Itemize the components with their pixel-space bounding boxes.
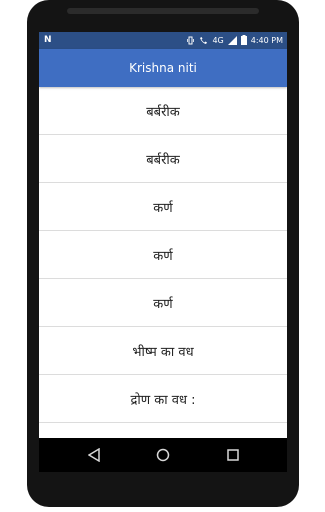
wifi-calling-icon: [199, 36, 208, 45]
status-time: 4:40 PM: [250, 35, 283, 45]
status-icons: 4G 4:40 PM: [186, 35, 283, 45]
battery-icon: [240, 35, 247, 45]
recents-button[interactable]: [225, 447, 241, 463]
list-item-label: द्रोण का वध :: [130, 392, 196, 408]
navigation-bar: [39, 438, 287, 472]
signal-icon: [227, 35, 237, 45]
list-item-label: कर्ण: [153, 296, 173, 312]
list-item-label: बर्बरीक: [146, 104, 180, 120]
back-button[interactable]: [86, 447, 102, 463]
list-item[interactable]: बर्बरीक: [39, 87, 287, 135]
phone-speaker-strip: [67, 8, 259, 14]
screen: N 4G 4:40 PM Krishna niti बर्बरीक बर्बरी…: [39, 32, 287, 438]
list-item[interactable]: बर्बरीक: [39, 135, 287, 183]
list-item-label: कर्ण: [153, 248, 173, 264]
status-bar: N 4G 4:40 PM: [39, 32, 287, 49]
app-title: Krishna niti: [129, 61, 197, 75]
chapter-list: बर्बरीक बर्बरीक कर्ण कर्ण कर्ण भीष्म का …: [39, 87, 287, 438]
list-item[interactable]: कर्ण: [39, 279, 287, 327]
list-item[interactable]: कर्ण: [39, 231, 287, 279]
home-button[interactable]: [155, 447, 171, 463]
vibrate-icon: [186, 36, 195, 45]
recents-icon: [227, 449, 239, 461]
network-type-label: 4G: [212, 35, 224, 45]
list-item-label: कर्ण: [153, 200, 173, 216]
list-item-label: बर्बरीक: [146, 152, 180, 168]
home-icon: [156, 448, 170, 462]
list-item-label: भीष्म का वध: [132, 344, 194, 360]
list-item[interactable]: कर्ण: [39, 183, 287, 231]
notification-app-icon: N: [44, 35, 52, 45]
app-bar: Krishna niti: [39, 49, 287, 87]
back-icon: [88, 448, 100, 462]
list-item[interactable]: द्रोण का वध :: [39, 375, 287, 423]
list-item[interactable]: भीष्म का वध: [39, 327, 287, 375]
